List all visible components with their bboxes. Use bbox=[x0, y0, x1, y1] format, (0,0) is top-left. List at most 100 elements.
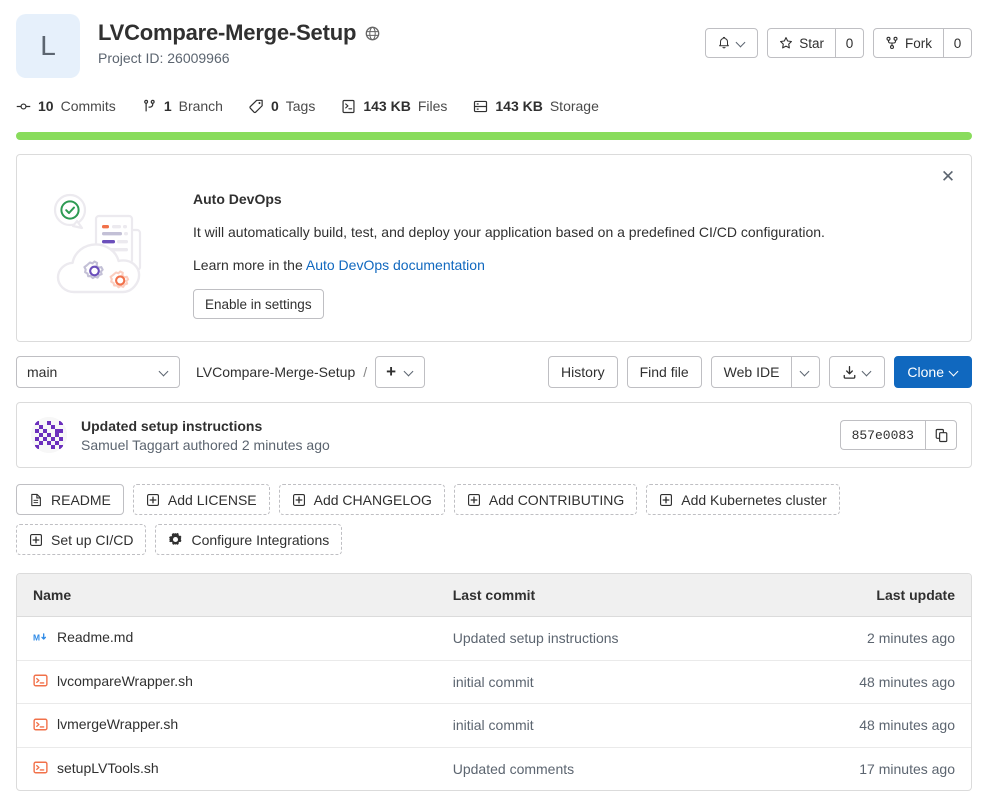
file-name-link[interactable]: Readme.md bbox=[57, 629, 133, 645]
set-up-cicd-button[interactable]: Set up CI/CD bbox=[16, 524, 147, 555]
quick-action-label: Add LICENSE bbox=[167, 491, 257, 508]
file-name-cell: M Readme.md bbox=[17, 616, 437, 661]
tag-icon bbox=[249, 99, 264, 114]
plus-square-icon bbox=[292, 493, 306, 507]
markdown-icon: M bbox=[33, 630, 48, 645]
add-changelog-button[interactable]: Add CHANGELOG bbox=[278, 484, 445, 515]
chevron-down-icon bbox=[737, 39, 746, 48]
file-name-cell: lvcompareWrapper.sh bbox=[17, 660, 437, 704]
file-name-cell: lvmergeWrapper.sh bbox=[17, 703, 437, 748]
add-to-repo-button[interactable]: + bbox=[375, 356, 426, 388]
copy-icon[interactable] bbox=[925, 420, 957, 450]
file-name-link[interactable]: lvmergeWrapper.sh bbox=[57, 716, 178, 732]
table-header-row: Name Last commit Last update bbox=[17, 574, 971, 617]
star-label: Star bbox=[799, 35, 824, 51]
table-row[interactable]: lvmergeWrapper.sh initial commit 48 minu… bbox=[17, 703, 971, 748]
table-row[interactable]: M Readme.md Updated setup instructions 2… bbox=[17, 616, 971, 661]
find-file-button[interactable]: Find file bbox=[626, 356, 702, 388]
notifications-button[interactable] bbox=[705, 28, 759, 58]
download-button[interactable] bbox=[829, 356, 886, 388]
last-commit-info: Updated setup instructions Samuel Taggar… bbox=[81, 418, 840, 453]
stat-tags[interactable]: 0 Tags bbox=[249, 98, 315, 114]
fork-icon bbox=[885, 36, 899, 50]
stat-label: Storage bbox=[549, 98, 599, 114]
language-bar bbox=[16, 132, 972, 140]
star-button[interactable]: Star bbox=[767, 28, 836, 58]
quick-action-label: Add CONTRIBUTING bbox=[488, 491, 625, 508]
clone-button[interactable]: Clone bbox=[894, 356, 972, 388]
fork-label: Fork bbox=[905, 35, 932, 51]
table-row[interactable]: lvcompareWrapper.sh initial commit 48 mi… bbox=[17, 660, 971, 704]
auto-devops-body: Auto DevOps It will automatically build,… bbox=[183, 173, 955, 319]
project-id: Project ID: 26009966 bbox=[98, 50, 230, 66]
breadcrumb-separator: / bbox=[363, 364, 368, 380]
file-name-link[interactable]: setupLVTools.sh bbox=[57, 760, 159, 776]
project-page: L LVCompare-Merge-Setup Project ID: 2600… bbox=[0, 0, 988, 791]
branch-selector[interactable]: main bbox=[16, 356, 180, 388]
file-commit-cell[interactable]: Updated comments bbox=[437, 747, 800, 790]
close-icon[interactable]: ✕ bbox=[939, 168, 957, 187]
stat-label: Files bbox=[417, 98, 448, 114]
column-header-last-update: Last update bbox=[799, 574, 971, 617]
stat-branches[interactable]: 1 Branch bbox=[142, 98, 223, 114]
chevron-down-icon bbox=[863, 368, 872, 377]
file-commit-cell[interactable]: initial commit bbox=[436, 703, 800, 748]
download-icon bbox=[842, 365, 857, 380]
readme-button[interactable]: README bbox=[16, 484, 124, 515]
column-header-name: Name bbox=[17, 574, 437, 617]
quick-action-label: Set up CI/CD bbox=[51, 531, 134, 548]
quick-action-label: README bbox=[51, 491, 111, 508]
file-icon bbox=[29, 493, 43, 507]
star-icon bbox=[779, 36, 793, 50]
fork-button[interactable]: Fork bbox=[873, 28, 944, 58]
auto-devops-enable-wrapper: Enable in settings bbox=[193, 289, 955, 319]
quick-action-label: Add CHANGELOG bbox=[313, 491, 432, 508]
file-updated-cell: 2 minutes ago bbox=[799, 616, 971, 661]
file-commit-cell[interactable]: Updated setup instructions bbox=[436, 616, 800, 661]
last-commit-title[interactable]: Updated setup instructions bbox=[81, 418, 840, 434]
stat-commits[interactable]: 10 Commits bbox=[16, 98, 116, 114]
auto-devops-illustration bbox=[33, 173, 183, 319]
configure-integrations-button[interactable]: Configure Integrations bbox=[155, 524, 343, 555]
table-row[interactable]: setupLVTools.sh Updated comments 17 minu… bbox=[17, 747, 971, 790]
add-license-button[interactable]: Add LICENSE bbox=[132, 484, 270, 515]
history-button[interactable]: History bbox=[548, 356, 618, 388]
auto-devops-title: Auto DevOps bbox=[193, 191, 282, 207]
add-kubernetes-cluster-button[interactable]: Add Kubernetes cluster bbox=[646, 484, 840, 515]
file-name-link[interactable]: lvcompareWrapper.sh bbox=[57, 673, 193, 689]
avatar bbox=[31, 417, 67, 453]
file-table: Name Last commit Last update M Readme.md bbox=[16, 573, 972, 791]
web-ide-button[interactable]: Web IDE bbox=[710, 356, 793, 388]
auto-devops-documentation-link[interactable]: Auto DevOps documentation bbox=[306, 257, 485, 273]
globe-icon bbox=[365, 26, 380, 41]
file-updated-cell: 48 minutes ago bbox=[799, 703, 971, 748]
quick-actions: README Add LICENSE Add CHANGELOG Add CON… bbox=[16, 484, 972, 555]
fork-button-group: Fork 0 bbox=[873, 28, 972, 58]
stat-files[interactable]: 143 KB Files bbox=[341, 98, 447, 114]
web-ide-dropdown-toggle[interactable] bbox=[792, 356, 821, 388]
project-title-row: LVCompare-Merge-Setup bbox=[98, 20, 705, 46]
last-commit-card: Updated setup instructions Samuel Taggar… bbox=[16, 402, 972, 468]
header-actions: Star 0 Fork 0 bbox=[705, 14, 972, 58]
file-name-cell: setupLVTools.sh bbox=[17, 747, 437, 790]
add-contributing-button[interactable]: Add CONTRIBUTING bbox=[453, 484, 638, 515]
chevron-down-icon bbox=[950, 368, 959, 377]
enable-in-settings-button[interactable]: Enable in settings bbox=[193, 289, 324, 319]
auto-devops-learn-more: Learn more in the Auto DevOps documentat… bbox=[193, 257, 955, 273]
stat-label: Tags bbox=[285, 98, 316, 114]
avatar-letter: L bbox=[40, 30, 56, 61]
stat-value: 0 bbox=[270, 98, 279, 114]
plus-square-icon bbox=[467, 493, 481, 507]
stat-storage[interactable]: 143 KB Storage bbox=[473, 98, 599, 114]
last-commit-author: Samuel Taggart authored 2 minutes ago bbox=[81, 436, 330, 453]
project-meta: LVCompare-Merge-Setup Project ID: 260099… bbox=[98, 14, 705, 66]
clone-label: Clone bbox=[907, 364, 944, 380]
breadcrumb-root[interactable]: LVCompare-Merge-Setup bbox=[196, 364, 355, 380]
file-commit-cell[interactable]: initial commit bbox=[436, 660, 800, 704]
commit-icon bbox=[16, 99, 31, 114]
repo-action-buttons: History Find file Web IDE Clone bbox=[548, 356, 972, 388]
commit-sha[interactable]: 857e0083 bbox=[839, 420, 925, 450]
files-icon bbox=[341, 99, 356, 114]
stat-label: Commits bbox=[60, 98, 116, 114]
plus-icon: + bbox=[386, 362, 397, 381]
